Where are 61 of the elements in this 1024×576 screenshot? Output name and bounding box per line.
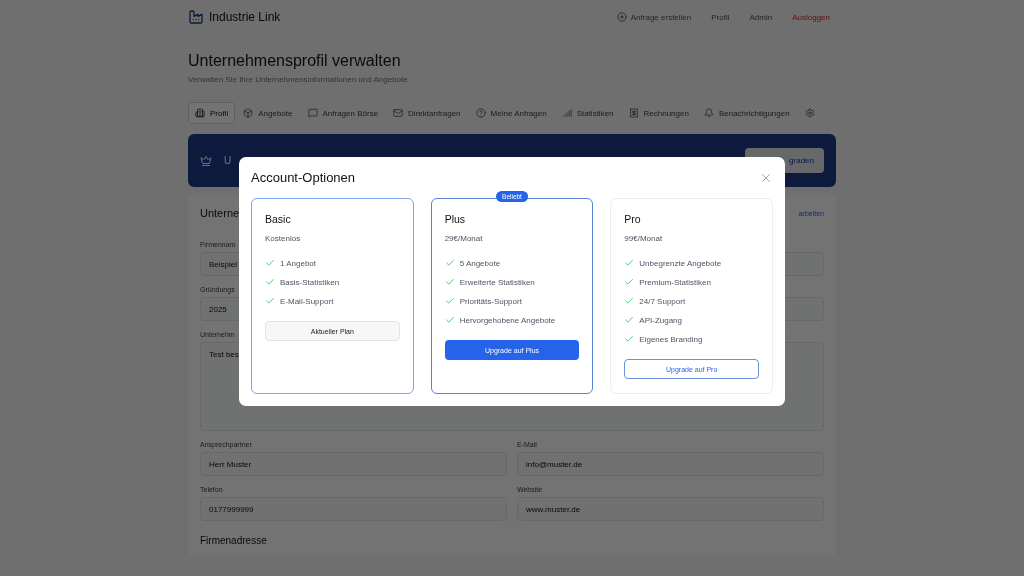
plan-feature: Premium-Statistiken [639,277,711,287]
tab[interactable]: Profil [188,102,236,124]
nav-link[interactable]: Profil [711,12,730,22]
question-icon [475,108,486,118]
plan-price: Kostenlos [265,234,302,243]
plan-feature: 24/7 Support [639,296,686,306]
plan-price: 99€/Monat [624,234,664,243]
input-field[interactable]: www.muster.de [517,497,824,521]
factory-icon [188,9,204,25]
plan-name: Plus [444,213,467,225]
plan-name: Pro [624,213,642,225]
tab[interactable]: Benachrichtigungen [696,102,797,124]
check-icon [444,315,455,325]
plan-name: Basic [265,213,292,225]
section-heading: Firmenadresse [200,535,268,546]
receipt-icon [628,108,639,118]
check-icon [444,277,455,287]
plan-feature: 5 Angebote [459,258,501,268]
bell-icon [703,108,714,118]
page-title: Unternehmensprofil verwalten [188,52,402,70]
card-title: Unterne [200,207,240,219]
plan-feature: Basis-Statistiken [280,277,340,287]
banner-text: U [224,155,232,166]
nav-link[interactable]: Ausloggen [792,12,830,22]
plus-icon [616,12,627,22]
gear-icon [804,108,815,118]
plan-feature: API-Zugang [639,315,683,325]
crown-icon [200,154,212,167]
bar-chart-icon [561,108,572,118]
check-icon [624,334,635,344]
plan-feature: Erweiterte Statistiken [459,277,535,287]
tab[interactable]: Direktanfragen [386,102,468,124]
mail-icon [393,108,404,118]
modal-title: Account-Optionen [251,170,356,185]
plan-feature: Unbegrenzte Angebote [639,258,722,268]
building-icon [195,108,205,118]
input-field[interactable]: info@muster.de [517,452,824,476]
chat-icon [307,108,318,118]
plan-feature: 1 Angebot [280,258,317,268]
plan-feature: E-Mail-Support [280,296,334,306]
check-icon [624,315,635,325]
input-field[interactable]: 0177999999 [200,497,507,521]
nav-link[interactable]: Admin [749,12,773,22]
tab[interactable]: Anfragen Börse [300,102,386,124]
check-icon [624,277,635,287]
box-icon [243,108,254,118]
check-icon [624,258,635,268]
check-icon [444,258,455,268]
input-field[interactable]: Herr Muster [200,452,507,476]
tab[interactable]: Statistiken [554,102,621,124]
check-icon [444,296,455,306]
tab[interactable]: Angebote [236,102,300,124]
plan-feature: Eigenes Branding [639,334,703,344]
brand-name: Industrie Link [209,10,281,24]
tab[interactable]: Rechnungen [621,102,696,124]
plan-feature: Prioritäts-Support [459,296,522,306]
tab[interactable]: Meine Anfragen [468,102,554,124]
plan-price: 29€/Monat [444,234,484,243]
plan-feature: Hervorgehobene Angebote [459,315,556,325]
nav-link[interactable]: Anfrage erstellen [616,12,692,22]
check-icon [624,296,635,306]
